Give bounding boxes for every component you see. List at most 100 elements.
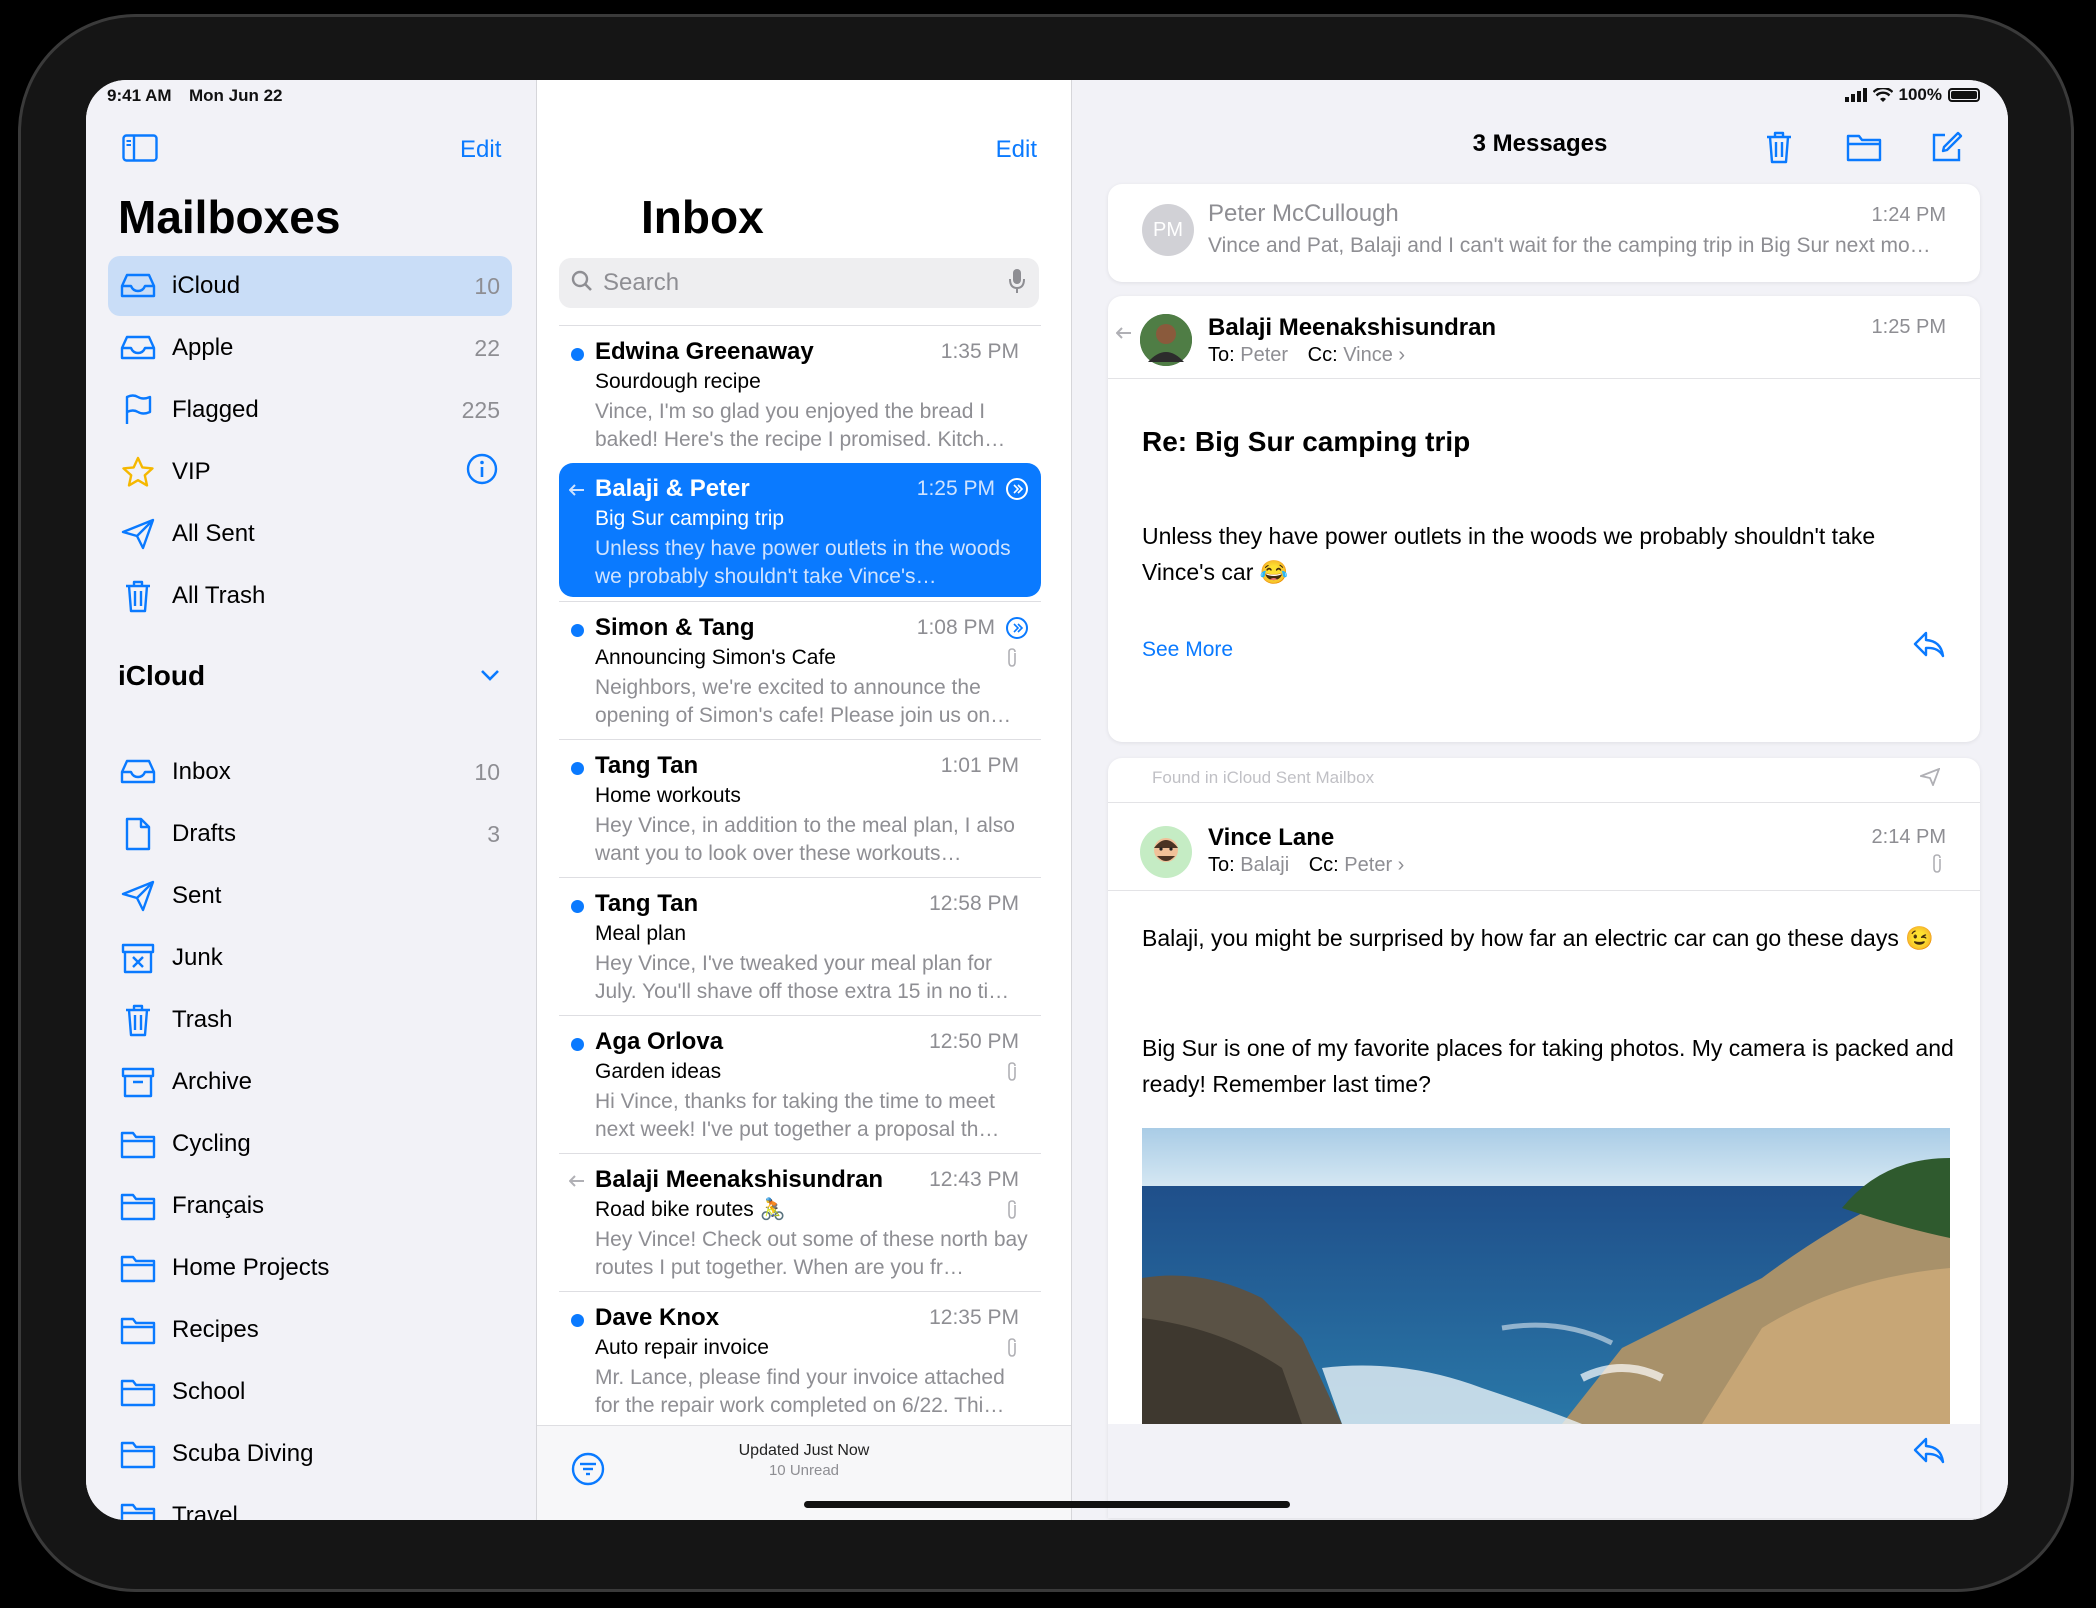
divider: [1108, 802, 1980, 803]
folder-icon[interactable]: [1846, 132, 1882, 167]
folder-item-scuba-diving[interactable]: Scuba Diving: [108, 1424, 512, 1484]
search-placeholder: Search: [603, 269, 680, 296]
to-value: Balaji: [1240, 854, 1290, 876]
recipients-line[interactable]: To: Peter Cc: Vince ›: [1208, 344, 1405, 367]
folder-label: Home Projects: [172, 1254, 330, 1281]
folder-item-trash[interactable]: Trash: [108, 990, 512, 1050]
message-row[interactable]: Simon & Tang 1:08 PM Announcing Simon's Ca…: [559, 601, 1041, 735]
message-sender: Tang Tan: [595, 752, 699, 779]
photo-attachment[interactable]: [1142, 1128, 1950, 1424]
inbox-title: Inbox: [641, 191, 764, 243]
ipad-screen: 9:41 AM Mon Jun 22 100% Edit Mailboxes i…: [86, 80, 2008, 1520]
sidebar-toggle-icon[interactable]: [122, 134, 158, 167]
to-label: To:: [1208, 854, 1235, 876]
message-body: Unless they have power outlets in the wo…: [1142, 523, 1876, 585]
attachment-icon: [1005, 1200, 1019, 1225]
reply-icon[interactable]: [1912, 1436, 1946, 1471]
home-indicator[interactable]: [804, 1501, 1290, 1508]
microphone-icon[interactable]: [1009, 268, 1025, 299]
message-preview: Mr. Lance, please find your invoice atta…: [595, 1366, 1005, 1417]
mailbox-vip[interactable]: VIP: [108, 442, 512, 502]
message-body-2: Big Sur is one of my favorite places for…: [1142, 1035, 1954, 1097]
folder-count: 10: [474, 758, 500, 785]
message-row[interactable]: Tang Tan 1:01 PM Home workouts Hey Vince, i…: [559, 739, 1041, 873]
paperplane-icon: [1917, 767, 1941, 791]
mailbox-label: VIP: [172, 458, 211, 485]
message-row[interactable]: Balaji & Peter 1:25 PM Big Sur camping tri…: [559, 463, 1041, 597]
folder-icon: [118, 1377, 158, 1407]
message-row[interactable]: Edwina Greenaway 1:35 PM Sourdough recipe V…: [559, 325, 1041, 459]
message-time: 2:14 PM: [1871, 826, 1946, 848]
folder-item-cycling[interactable]: Cycling: [108, 1114, 512, 1174]
message-subject: Auto repair invoice: [595, 1336, 769, 1359]
list-edit-button[interactable]: Edit: [996, 136, 1037, 164]
search-field[interactable]: Search: [559, 258, 1039, 308]
message-preview: Unless they have power outlets in the wo…: [595, 537, 1011, 588]
folder-item-home-projects[interactable]: Home Projects: [108, 1238, 512, 1298]
mailbox-label: Flagged: [172, 396, 259, 423]
message-subject: Big Sur camping trip: [595, 507, 785, 530]
folder-item-sent[interactable]: Sent: [108, 866, 512, 926]
folder-item-drafts[interactable]: Drafts 3: [108, 804, 512, 864]
folder-item-inbox[interactable]: Inbox 10: [108, 742, 512, 802]
message-row[interactable]: Aga Orlova 12:50 PM Garden ideas Hi Vince, …: [559, 1015, 1041, 1149]
folder-item-fran-ais[interactable]: Français: [108, 1176, 512, 1236]
mailbox-apple[interactable]: Apple 22: [108, 318, 512, 378]
message-row[interactable]: Tang Tan 12:58 PM Meal plan Hey Vince, I've…: [559, 877, 1041, 1011]
paperplane-icon: [118, 880, 158, 912]
divider: [1108, 378, 1980, 379]
message-time: 12:43 PM: [929, 1168, 1019, 1191]
wifi-icon: [1872, 87, 1893, 102]
folder-item-recipes[interactable]: Recipes: [108, 1300, 512, 1360]
mailbox-icloud[interactable]: iCloud 10: [108, 256, 512, 316]
sidebar-edit-button[interactable]: Edit: [460, 136, 501, 164]
message-preview: Hey Vince, in addition to the meal plan,…: [595, 814, 1015, 865]
message-subject: Announcing Simon's Cafe: [595, 646, 836, 669]
mailbox-all-trash[interactable]: All Trash: [108, 566, 512, 626]
folder-item-archive[interactable]: Archive: [108, 1052, 512, 1112]
status-date: Mon Jun 22: [189, 86, 283, 105]
see-more-link[interactable]: See More: [1142, 638, 1233, 662]
folder-label: Cycling: [172, 1130, 251, 1157]
message-row[interactable]: Dave Knox 12:35 PM Auto repair invoice Mr. …: [559, 1291, 1041, 1425]
message-time: 1:35 PM: [940, 340, 1019, 363]
folder-label: Inbox: [172, 758, 231, 785]
collapsed-message-card[interactable]: PM Peter McCullough 1:24 PM Vince and Pa…: [1108, 184, 1980, 282]
folder-label: Sent: [172, 882, 222, 909]
folder-item-school[interactable]: School: [108, 1362, 512, 1422]
avatar: [1140, 826, 1192, 878]
reply-icon[interactable]: [1912, 630, 1946, 665]
chevron-down-icon[interactable]: [480, 668, 500, 687]
folder-item-junk[interactable]: Junk: [108, 928, 512, 988]
recipients-line[interactable]: To: Balaji Cc: Peter ›: [1208, 854, 1404, 877]
mailbox-all-sent[interactable]: All Sent: [108, 504, 512, 564]
folder-icon: [118, 1253, 158, 1283]
divider: [1108, 890, 1980, 891]
message-subject: Garden ideas: [595, 1060, 722, 1083]
message-time: 12:35 PM: [929, 1306, 1019, 1329]
message-subject: Re: Big Sur camping trip: [1142, 426, 1471, 457]
mailbox-flagged[interactable]: Flagged 225: [108, 380, 512, 440]
flag-icon: [118, 394, 158, 426]
collapsed-time: 1:24 PM: [1871, 204, 1946, 226]
thread-chevron-icon[interactable]: [1005, 477, 1029, 506]
attachment-icon: [1005, 1062, 1019, 1087]
folder-item-travel[interactable]: Travel: [108, 1486, 512, 1520]
folder-icon: [118, 1191, 158, 1221]
cc-value: Vince: [1343, 344, 1393, 366]
trash-icon[interactable]: [1764, 130, 1794, 169]
battery-icon: [1948, 88, 1980, 102]
info-icon[interactable]: [466, 453, 498, 492]
compose-icon[interactable]: [1930, 130, 1964, 169]
message-preview: Neighbors, we're excited to announce the…: [595, 676, 1012, 727]
folder-label: Scuba Diving: [172, 1440, 314, 1467]
message-sender: Dave Knox: [595, 1304, 720, 1331]
message-row[interactable]: Balaji Meenakshisundran 12:43 PM Road bike…: [559, 1153, 1041, 1287]
status-right: 100%: [1844, 85, 1980, 105]
paperplane-icon: [118, 518, 158, 550]
folder-label: Français: [172, 1192, 265, 1219]
junk-icon: [118, 942, 158, 974]
thread-chevron-icon[interactable]: [1005, 616, 1029, 645]
unread-dot: [571, 1314, 584, 1327]
unread-dot: [571, 624, 584, 637]
